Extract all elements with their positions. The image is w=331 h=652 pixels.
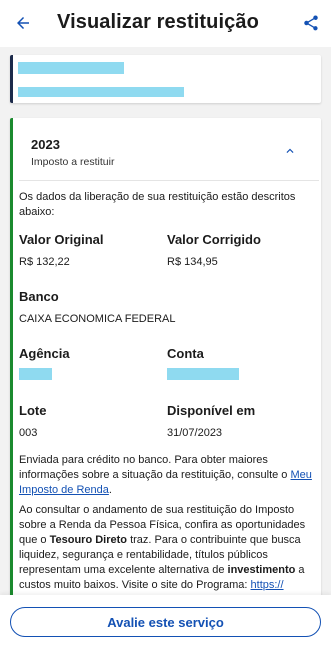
redacted-cpf	[18, 87, 184, 97]
agencia-label: Agência	[19, 346, 70, 361]
banco-value: CAIXA ECONOMICA FEDERAL	[19, 313, 176, 325]
investimento-bold: investimento	[227, 564, 296, 576]
redacted-name	[18, 62, 124, 74]
taxpayer-card	[10, 55, 321, 103]
page-title: Visualizar restituição	[57, 11, 259, 33]
valor-original-value: R$ 132,22	[19, 256, 70, 268]
share-icon	[304, 15, 318, 31]
lote-value: 003	[19, 427, 38, 439]
valor-corrigido-value: R$ 134,95	[167, 256, 218, 268]
disponivel-label: Disponível em	[167, 403, 256, 418]
evaluate-service-button[interactable]: Avalie este serviço	[10, 607, 321, 637]
status-text: Enviada para crédito no banco. Para obte…	[19, 454, 288, 481]
disponivel-value: 31/07/2023	[167, 427, 223, 439]
tesouro-direto-bold: Tesouro Direto	[49, 534, 128, 546]
tesouro-link[interactable]: https://	[251, 579, 284, 591]
year-title: 2023	[31, 137, 60, 152]
intro-text: Os dados da liberação de sua restituição…	[19, 191, 296, 218]
share-button[interactable]	[298, 10, 324, 36]
chevron-up-icon[interactable]	[283, 144, 297, 158]
status-paragraph: Enviada para crédito no banco. Para obte…	[19, 453, 317, 498]
conta-label: Conta	[167, 346, 204, 361]
redacted-agencia	[19, 368, 52, 380]
banco-label: Banco	[19, 289, 59, 304]
redacted-conta	[167, 368, 239, 380]
tesouro-paragraph: Ao consultar o andamento de sua restitui…	[19, 503, 317, 593]
year-subtitle: Imposto a restituir	[31, 156, 115, 168]
app-header: Visualizar restituição	[0, 0, 331, 47]
restitution-card: 2023 Imposto a restituir Os dados da lib…	[10, 118, 321, 608]
back-button[interactable]	[10, 10, 36, 36]
arrow-left-icon	[17, 17, 29, 29]
divider	[19, 180, 319, 181]
status-period: .	[108, 484, 112, 496]
valor-original-label: Valor Original	[19, 232, 104, 247]
lote-label: Lote	[19, 403, 47, 418]
valor-corrigido-label: Valor Corrigido	[167, 232, 261, 247]
